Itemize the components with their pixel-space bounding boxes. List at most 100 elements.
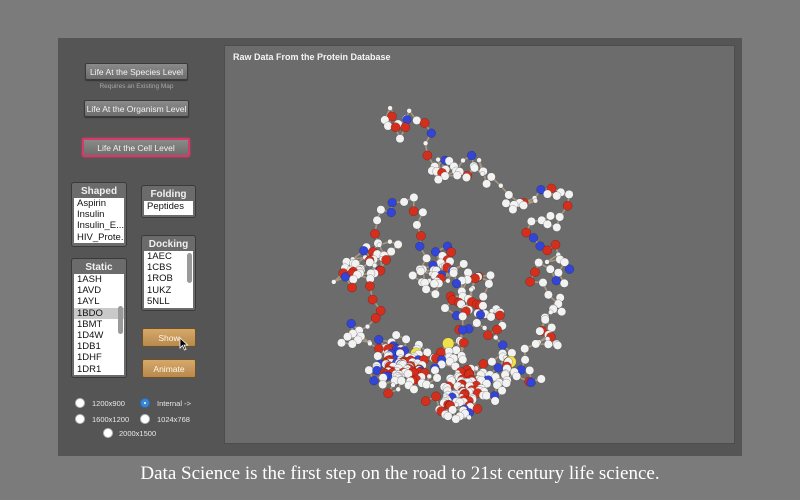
atom — [538, 278, 548, 288]
atom — [430, 365, 440, 375]
atom — [460, 157, 466, 164]
list-item[interactable]: 5NLL — [144, 296, 193, 307]
atom — [486, 312, 496, 322]
atom — [508, 205, 518, 214]
list-item[interactable]: 1ASH — [74, 274, 124, 285]
folding-list-header: Folding — [150, 189, 187, 200]
atom — [564, 189, 574, 199]
atom — [374, 334, 384, 345]
atom — [373, 351, 383, 361]
list-item[interactable]: 1DHF — [74, 352, 124, 363]
list-item[interactable]: Peptides — [144, 201, 193, 212]
atom — [495, 310, 505, 321]
protein-viewer[interactable]: Raw Data From the Protein Database — [224, 45, 735, 444]
atom — [472, 318, 482, 328]
atom — [331, 279, 337, 285]
atom — [553, 268, 563, 278]
atom — [387, 105, 393, 111]
atom — [422, 150, 433, 161]
atom — [418, 207, 428, 217]
atom — [544, 259, 550, 265]
docking-scrollbar[interactable] — [187, 253, 192, 283]
atom — [458, 325, 468, 335]
list-item[interactable]: 1ROB — [144, 273, 193, 284]
atom — [520, 355, 530, 365]
list-item[interactable]: 1DB1 — [74, 341, 124, 352]
animate-button[interactable]: Animate — [142, 359, 196, 378]
atom — [550, 239, 561, 250]
atom — [445, 278, 451, 284]
atom — [416, 266, 426, 276]
atom — [426, 373, 432, 380]
list-item[interactable]: 1AEC — [144, 251, 193, 262]
atom — [459, 259, 469, 269]
atom — [401, 334, 411, 344]
atom — [347, 282, 357, 293]
static-scrollbar[interactable] — [118, 306, 123, 334]
species-level-button[interactable]: Life At the Species Level — [85, 63, 188, 80]
list-item[interactable]: 1UKZ — [144, 285, 193, 296]
resolution-radio-internal[interactable] — [140, 398, 150, 408]
atom — [430, 289, 440, 299]
static-list: Static 1ASH 1AVD 1AYL 1BDO 1BMT 1D4W 1DB… — [71, 258, 127, 378]
resolution-label: Internal -> — [157, 399, 191, 408]
atom — [468, 286, 474, 293]
resolution-radio-1024x768[interactable] — [140, 414, 150, 424]
atom — [364, 365, 374, 375]
list-item[interactable]: 1AYL — [74, 296, 124, 307]
atom — [478, 359, 489, 369]
atom — [536, 374, 546, 384]
list-item[interactable]: 1DR1 — [74, 364, 124, 375]
atom — [526, 377, 536, 388]
docking-list-body[interactable]: 1AEC 1CBS 1ROB 1UKZ 5NLL — [144, 251, 193, 308]
resolution-radio-1600x1200[interactable] — [75, 414, 85, 424]
atom — [478, 301, 488, 311]
molecule-render[interactable] — [225, 46, 736, 445]
atom — [376, 242, 382, 248]
resolution-radio-1200x900[interactable] — [75, 398, 85, 408]
cell-level-button[interactable]: Life At the Cell Level — [82, 138, 190, 157]
atom — [512, 371, 522, 381]
list-item[interactable]: Insulin — [74, 209, 124, 220]
atom — [525, 365, 535, 375]
atom — [408, 271, 418, 280]
resolution-radio-2000x1500[interactable] — [103, 428, 113, 438]
resolution-label: 2000x1500 — [119, 429, 157, 438]
resolution-label: 1200x900 — [92, 399, 125, 408]
atom — [443, 411, 453, 421]
atom — [429, 279, 439, 289]
atom — [337, 338, 346, 348]
static-list-body[interactable]: 1ASH 1AVD 1AYL 1BDO 1BMT 1D4W 1DB1 1DHF … — [74, 274, 124, 375]
shaped-list-body[interactable]: Aspirin Insulin Insulin_E... HIV_Prote..… — [74, 198, 124, 243]
list-item[interactable]: 1BMT — [74, 319, 124, 330]
atom — [528, 233, 539, 243]
list-item[interactable]: HIV_Prote... — [74, 232, 124, 243]
atom — [421, 284, 431, 294]
atom — [429, 383, 435, 389]
atom — [400, 122, 411, 133]
atom — [393, 240, 403, 249]
mouse-cursor-icon — [179, 337, 189, 351]
list-item-selected[interactable]: 1BDO — [74, 307, 124, 319]
atom — [412, 115, 422, 125]
atom — [462, 173, 471, 182]
atom — [532, 198, 539, 204]
atom — [470, 273, 480, 284]
resolution-label: 1600x1200 — [92, 415, 130, 424]
atom — [395, 134, 405, 144]
list-item[interactable]: 1AVD — [74, 285, 124, 296]
list-item[interactable]: 1CBS — [144, 262, 193, 273]
atom — [346, 318, 356, 329]
atom — [564, 264, 575, 274]
atom — [483, 330, 493, 341]
species-requirement-note: Requires an Existing Map — [99, 83, 174, 90]
atom — [431, 391, 441, 402]
atom — [501, 378, 511, 388]
list-item[interactable]: 1D4W — [74, 330, 124, 341]
folding-list-body[interactable]: Peptides — [144, 201, 193, 215]
list-item[interactable]: Insulin_E... — [74, 220, 124, 231]
organism-level-button[interactable]: Life At the Organism Level — [84, 100, 189, 117]
atom — [487, 357, 497, 367]
atom — [559, 278, 569, 288]
list-item[interactable]: Aspirin — [74, 198, 124, 209]
